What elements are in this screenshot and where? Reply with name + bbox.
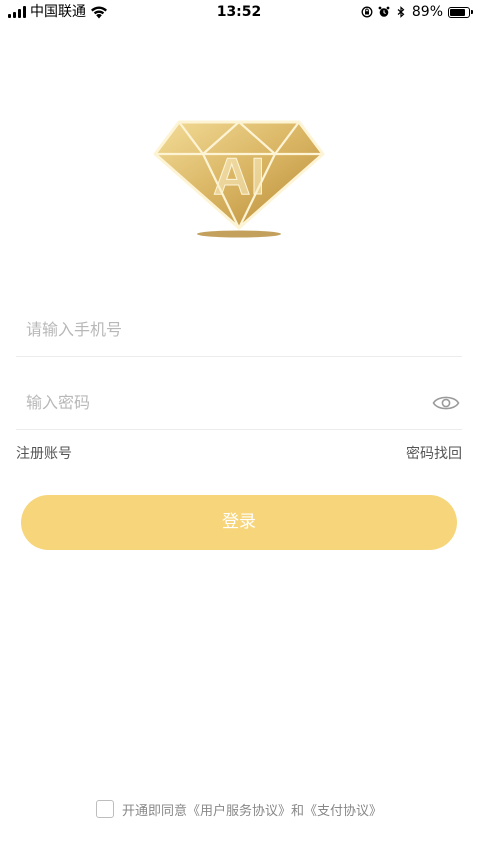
user-agreement-link[interactable]: 《用户服务协议》 — [187, 800, 291, 819]
logo-text: AI — [213, 148, 265, 206]
diamond-logo: AI — [153, 120, 325, 238]
agreement-prefix: 开通即同意 — [121, 803, 187, 819]
login-screen: 中国联通 13:52 89% AI 请输入手机号 注册账号 密码找回 登录 开通… — [0, 0, 478, 850]
eye-icon[interactable] — [432, 393, 460, 413]
payment-agreement-link[interactable]: 《支付协议》 — [304, 800, 382, 819]
battery-percent: 89% — [411, 4, 443, 20]
agreement-conjunction: 和 — [291, 803, 305, 819]
battery-icon — [448, 6, 473, 18]
phone-input[interactable] — [26, 303, 406, 355]
orientation-lock-icon — [361, 6, 373, 18]
auth-links-row: 注册账号 密码找回 — [16, 443, 462, 463]
battery-fill — [450, 8, 466, 16]
agreement-checkbox[interactable] — [95, 800, 114, 818]
forgot-password-link[interactable]: 密码找回 — [406, 443, 462, 463]
alarm-icon — [378, 6, 390, 17]
agreement-text: 开通即同意 《用户服务协议》 和 《支付协议》 — [122, 800, 382, 819]
agreement-row: 开通即同意 《用户服务协议》 和 《支付协议》 — [0, 797, 478, 821]
phone-field — [16, 303, 462, 357]
register-link[interactable]: 注册账号 — [16, 443, 72, 463]
password-field — [16, 376, 462, 430]
status-bar: 中国联通 13:52 89% — [0, 0, 478, 24]
password-input[interactable] — [26, 376, 406, 428]
bluetooth-icon — [397, 6, 405, 18]
login-button[interactable]: 登录 — [21, 495, 457, 550]
status-bar-right: 89% — [361, 3, 473, 21]
